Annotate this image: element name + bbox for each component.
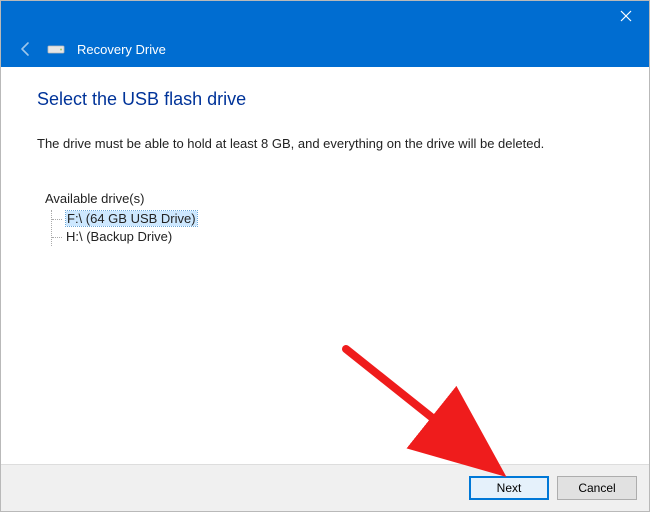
titlebar	[1, 1, 649, 31]
close-button[interactable]	[603, 1, 649, 31]
tree-root-label: Available drive(s)	[45, 191, 613, 206]
header-bar: Recovery Drive	[1, 31, 649, 67]
drive-item-h[interactable]: H:\ (Backup Drive)	[52, 228, 613, 246]
drive-item-label: F:\ (64 GB USB Drive)	[66, 211, 197, 226]
drive-item-label: H:\ (Backup Drive)	[66, 229, 172, 244]
footer: Next Cancel	[1, 465, 649, 511]
cancel-button[interactable]: Cancel	[557, 476, 637, 500]
drive-item-f[interactable]: F:\ (64 GB USB Drive)	[52, 210, 613, 228]
back-arrow-icon[interactable]	[17, 40, 35, 58]
app-title: Recovery Drive	[77, 42, 166, 57]
next-button[interactable]: Next	[469, 476, 549, 500]
drive-icon	[47, 42, 65, 56]
tree-children: F:\ (64 GB USB Drive) H:\ (Backup Drive)	[51, 210, 613, 246]
instruction-text: The drive must be able to hold at least …	[37, 136, 613, 151]
content-area: Select the USB flash drive The drive mus…	[1, 67, 649, 465]
drive-tree: Available drive(s) F:\ (64 GB USB Drive)…	[45, 191, 613, 246]
page-heading: Select the USB flash drive	[37, 89, 613, 110]
